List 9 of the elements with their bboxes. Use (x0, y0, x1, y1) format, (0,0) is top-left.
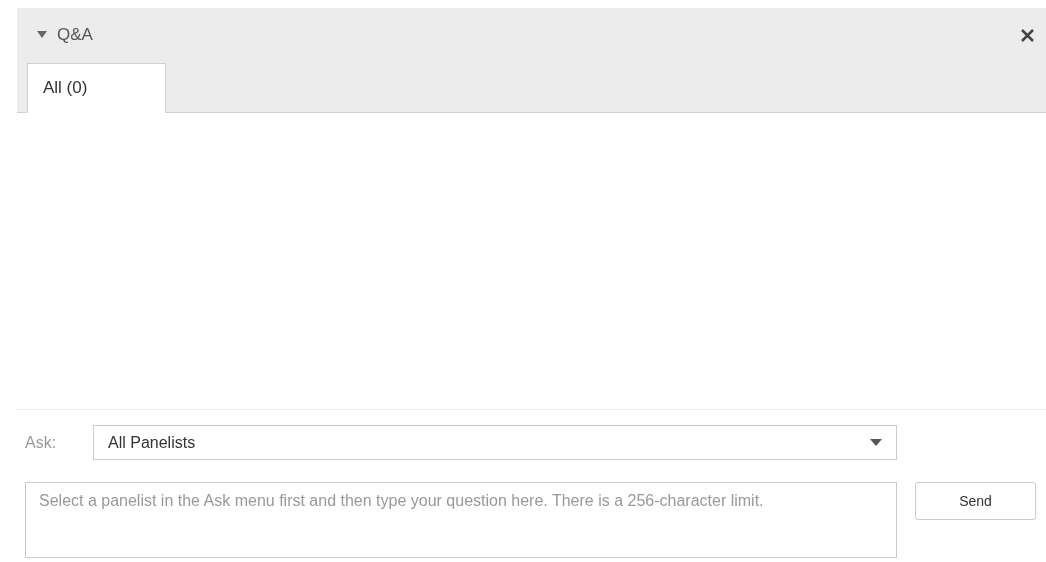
question-field[interactable]: Select a panelist in the Ask menu first and then type your question here. There is a 256-character limit. (25, 482, 897, 558)
ask-label: Ask: (25, 432, 58, 453)
collapse-caret-icon[interactable] (37, 31, 47, 40)
tab[interactable]: All (0) (27, 63, 166, 113)
dropdown-caret-icon (870, 439, 882, 446)
send-button[interactable]: Send (915, 482, 1036, 520)
recipient-dropdown[interactable]: All Panelists (93, 425, 897, 460)
panel-title: Q&A (57, 24, 93, 47)
close-icon[interactable] (1021, 28, 1034, 42)
